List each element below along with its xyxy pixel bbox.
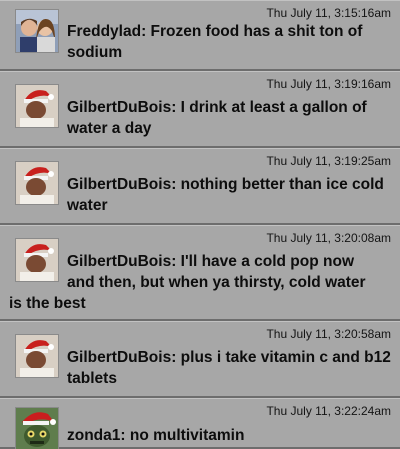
message-text: GilbertDuBois: nothing better than ice c…: [67, 176, 384, 214]
chat-message: Thu July 11, 3:22:24am zonda1: no multiv…: [0, 398, 400, 449]
message-author[interactable]: GilbertDuBois: [67, 349, 171, 366]
message-author[interactable]: Freddylad: [67, 23, 141, 40]
message-timestamp: Thu July 11, 3:15:16am: [266, 6, 391, 20]
message-timestamp: Thu July 11, 3:19:16am: [266, 77, 391, 91]
chat-message: Thu July 11, 3:20:58am GilbertDuBois: pl…: [0, 321, 400, 398]
message-timestamp: Thu July 11, 3:19:25am: [266, 154, 391, 168]
santa-hat-man-avatar[interactable]: [15, 334, 59, 378]
chat-message: Thu July 11, 3:19:25am GilbertDuBois: no…: [0, 148, 400, 225]
message-author[interactable]: GilbertDuBois: [67, 99, 171, 116]
message-author[interactable]: zonda1: [67, 427, 120, 444]
chat-message: Thu July 11, 3:15:16am Freddylad: Frozen…: [0, 0, 400, 71]
message-author[interactable]: GilbertDuBois: [67, 176, 171, 193]
message-timestamp: Thu July 11, 3:22:24am: [266, 404, 391, 418]
message-text: zonda1: no multivitamin: [67, 427, 245, 444]
santa-hat-man-avatar[interactable]: [15, 238, 59, 282]
chat-message: Thu July 11, 3:20:08am GilbertDuBois: I'…: [0, 225, 400, 321]
santa-hat-man-avatar[interactable]: [15, 161, 59, 205]
message-timestamp: Thu July 11, 3:20:08am: [266, 231, 391, 245]
chat-message: Thu July 11, 3:19:16am GilbertDuBois: I …: [0, 71, 400, 148]
santa-hat-creature-avatar[interactable]: [15, 407, 59, 449]
message-text: GilbertDuBois: I'll have a cold pop now …: [0, 251, 400, 314]
santa-hat-man-avatar[interactable]: [15, 84, 59, 128]
message-text: GilbertDuBois: I drink at least a gallon…: [67, 99, 367, 137]
chat-feed: Thu July 11, 3:15:16am Freddylad: Frozen…: [0, 0, 400, 449]
message-text: Freddylad: Frozen food has a shit ton of…: [67, 23, 363, 61]
message-body: no multivitamin: [129, 427, 245, 444]
message-timestamp: Thu July 11, 3:20:58am: [266, 327, 391, 341]
message-line: is the best: [9, 295, 86, 312]
couple-photo-avatar[interactable]: [15, 9, 59, 53]
message-text: GilbertDuBois: plus i take vitamin c and…: [67, 349, 391, 387]
